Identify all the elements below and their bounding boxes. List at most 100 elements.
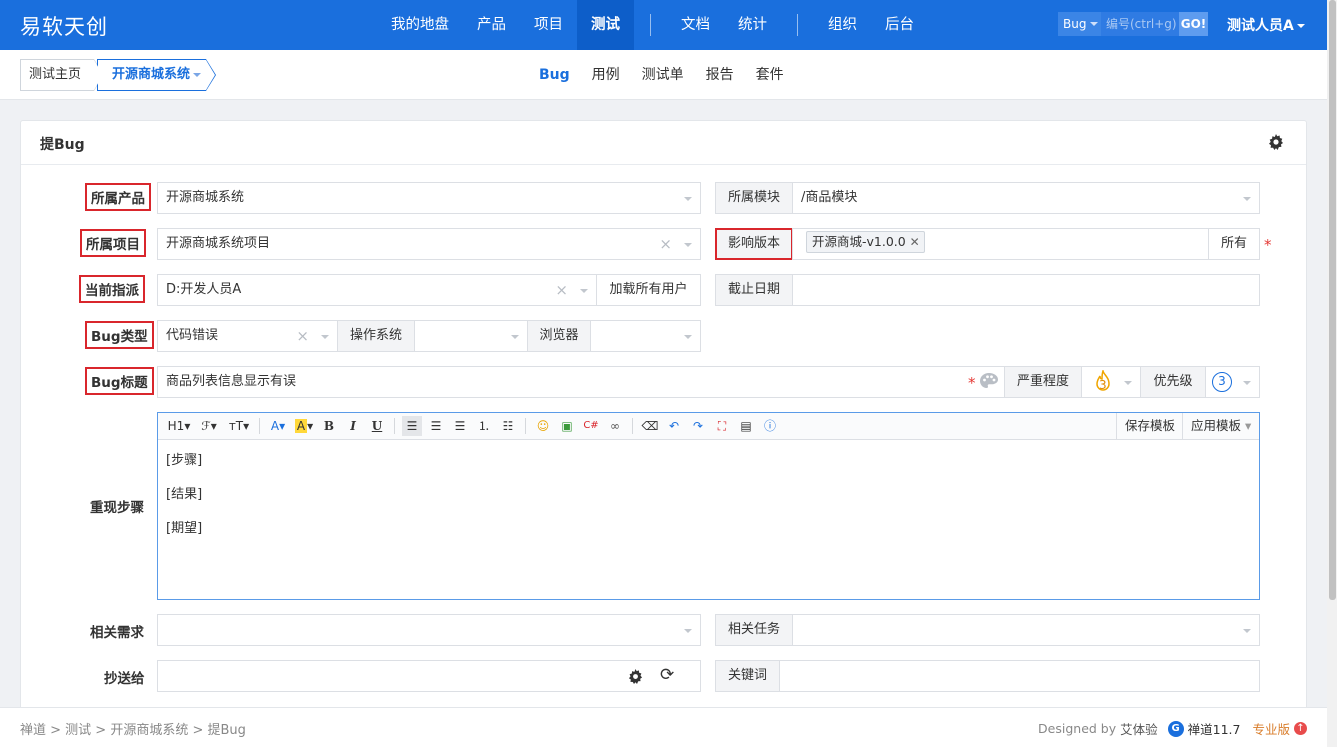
search-go-button[interactable]: GO! — [1179, 12, 1208, 36]
mailto-select[interactable]: ⟳ — [157, 660, 701, 692]
project-label: 所属项目 — [80, 229, 146, 257]
clear-icon[interactable]: × — [659, 229, 672, 259]
module-select[interactable]: /商品模块 — [792, 182, 1260, 214]
chevron-down-icon — [1296, 24, 1305, 28]
unordered-list-icon[interactable]: ☷ — [498, 416, 518, 436]
nav-my[interactable]: 我的地盘 — [377, 0, 463, 50]
chevron-down-icon — [580, 289, 588, 293]
align-left-icon[interactable]: ☰ — [402, 416, 422, 436]
link-icon[interactable]: ∞ — [605, 416, 625, 436]
brand-logo[interactable]: 易软天创 — [20, 11, 108, 41]
chevron-down-icon — [684, 335, 692, 339]
designer-link[interactable]: 艾体验 — [1120, 719, 1158, 738]
nav-project[interactable]: 项目 — [520, 0, 577, 50]
subnav-bug[interactable]: Bug — [528, 50, 581, 100]
priority-select[interactable]: 3 — [1205, 366, 1260, 398]
chevron-down-icon — [684, 197, 692, 201]
chevron-down-icon — [1090, 22, 1098, 26]
code-icon[interactable]: C# — [581, 416, 601, 436]
undo-icon[interactable]: ↶ — [664, 416, 684, 436]
gear-icon[interactable] — [628, 669, 643, 684]
search-input[interactable]: 编号(ctrl+g) — [1101, 12, 1179, 36]
scrollbar-thumb[interactable] — [1329, 0, 1336, 600]
nav-divider — [797, 14, 798, 36]
help-icon[interactable]: ⓘ — [760, 416, 780, 436]
breadcrumb-product-switcher[interactable]: 开源商城系统 — [97, 59, 216, 91]
chevron-down-icon — [1243, 197, 1251, 201]
background-color-button[interactable]: A ▾ — [293, 416, 315, 436]
heading-button[interactable]: H1▾ — [166, 416, 192, 436]
severity-select[interactable]: 3 — [1081, 366, 1141, 398]
font-family-button[interactable]: ℱ▾ — [196, 416, 222, 436]
nav-company[interactable]: 组织 — [814, 0, 871, 50]
subnav-case[interactable]: 用例 — [581, 50, 631, 100]
apply-template-button[interactable]: 应用模板 ▾ — [1182, 413, 1260, 439]
toolbar-divider — [525, 418, 526, 434]
align-right-icon[interactable]: ☰ — [450, 416, 470, 436]
clear-icon[interactable]: × — [296, 321, 309, 351]
breadcrumb-test-home[interactable]: 测试主页 — [20, 59, 104, 91]
search-type-select[interactable]: Bug — [1058, 12, 1101, 36]
bug-type-select[interactable]: 代码错误 × — [157, 320, 338, 352]
task-select[interactable] — [792, 614, 1260, 646]
browser-label: 浏览器 — [527, 320, 591, 352]
upgrade-icon[interactable]: ↑ — [1294, 722, 1307, 735]
redo-icon[interactable]: ↷ — [688, 416, 708, 436]
toolbar-divider — [632, 418, 633, 434]
font-family-label: ℱ — [201, 419, 211, 433]
remove-tag-icon[interactable]: ✕ — [910, 232, 920, 252]
underline-button[interactable]: U — [367, 416, 387, 436]
font-size-button[interactable]: тT▾ — [226, 416, 252, 436]
refresh-icon[interactable]: ⟳ — [660, 660, 674, 690]
build-all-button[interactable]: 所有 — [1208, 228, 1260, 260]
paste-icon[interactable]: ▤ — [736, 416, 756, 436]
nav-product[interactable]: 产品 — [463, 0, 520, 50]
emoticon-icon[interactable]: ☺ — [533, 416, 553, 436]
story-select[interactable] — [157, 614, 701, 646]
user-name: 测试人员A — [1227, 18, 1294, 34]
ordered-list-icon[interactable]: ⒈ — [474, 416, 494, 436]
color-palette-icon[interactable] — [979, 372, 999, 390]
browser-select[interactable] — [590, 320, 701, 352]
load-all-users-button[interactable]: 加载所有用户 — [596, 274, 701, 306]
nav-doc[interactable]: 文档 — [667, 0, 724, 50]
subnav-report[interactable]: 报告 — [695, 50, 745, 100]
user-menu[interactable]: 测试人员A — [1227, 15, 1305, 35]
project-select[interactable]: 开源商城系统项目 × — [157, 228, 701, 260]
bug-type-label: Bug类型 — [85, 321, 154, 349]
italic-button[interactable]: I — [343, 416, 363, 436]
image-icon[interactable]: ▣ — [557, 416, 577, 436]
assign-select[interactable]: D:开发人员A × — [157, 274, 597, 306]
os-select[interactable] — [414, 320, 528, 352]
edition-link[interactable]: 专业版 — [1252, 719, 1290, 738]
fullscreen-icon[interactable]: ⛶ — [712, 416, 732, 436]
keywords-label: 关键词 — [715, 660, 780, 692]
search-type-label: Bug — [1063, 17, 1087, 31]
nav-test[interactable]: 测试 — [577, 0, 634, 50]
assign-label: 当前指派 — [79, 275, 145, 303]
severity-value: 3 — [1099, 378, 1107, 392]
product-select[interactable]: 开源商城系统 — [157, 182, 701, 214]
subnav-suite[interactable]: 套件 — [745, 50, 795, 100]
editor-line: [步骤] — [166, 453, 203, 468]
clear-icon[interactable]: × — [555, 275, 568, 305]
align-center-icon[interactable]: ☰ — [426, 416, 446, 436]
chevron-down-icon — [321, 335, 329, 339]
eraser-icon[interactable]: ⌫ — [640, 416, 660, 436]
font-size-label: тT — [228, 419, 244, 433]
font-color-button[interactable]: A▾ — [267, 416, 289, 436]
chevron-down-icon — [684, 629, 692, 633]
keywords-input[interactable] — [779, 660, 1260, 692]
bold-button[interactable]: B — [319, 416, 339, 436]
module-label: 所属模块 — [715, 182, 793, 214]
version-text: 禅道11.7 — [1187, 722, 1241, 737]
bug-title-input[interactable]: 商品列表信息显示有误 — [157, 366, 1005, 398]
nav-report[interactable]: 统计 — [724, 0, 781, 50]
gear-icon[interactable] — [1268, 134, 1284, 150]
build-tag[interactable]: 开源商城-v1.0.0 ✕ — [806, 231, 925, 253]
subnav-testtask[interactable]: 测试单 — [631, 50, 695, 100]
steps-editor[interactable]: H1▾ ℱ▾ тT▾ A▾ A ▾ B I U ☰ ☰ ☰ ⒈ ☷ ☺ ▣ C# … — [157, 412, 1260, 600]
nav-admin[interactable]: 后台 — [871, 0, 928, 50]
deadline-input[interactable] — [792, 274, 1260, 306]
save-template-button[interactable]: 保存模板 — [1116, 413, 1183, 439]
